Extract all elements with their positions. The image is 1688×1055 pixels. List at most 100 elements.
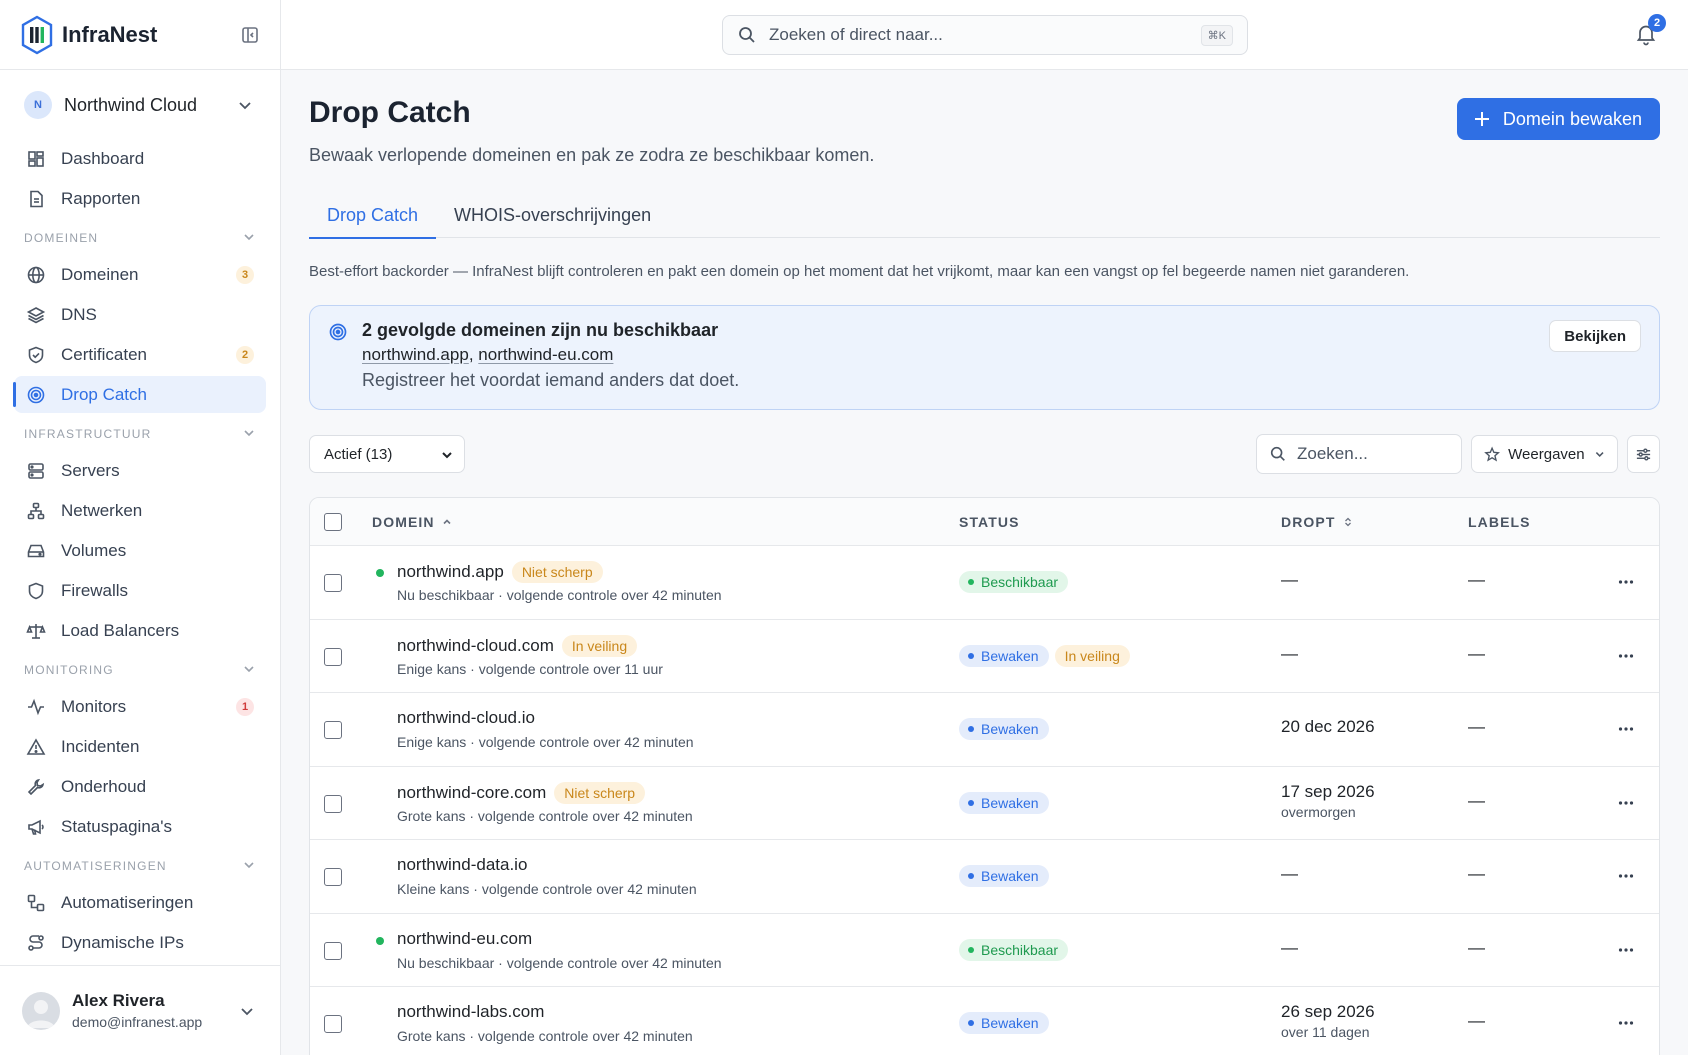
section-automatiseringen[interactable]: AUTOMATISERINGEN xyxy=(14,848,266,884)
row-checkbox[interactable] xyxy=(324,574,342,592)
status-badge: Bewaken xyxy=(959,644,1049,667)
section-title: AUTOMATISERINGEN xyxy=(24,859,167,873)
domain-name[interactable]: northwind-cloud.io xyxy=(397,708,535,728)
alert-description: Registreer het voordat iemand anders dat… xyxy=(362,370,740,390)
table-row[interactable]: northwind-eu.com Nu beschikbaar · volgend… xyxy=(310,914,1659,987)
row-checkbox[interactable] xyxy=(324,941,342,960)
sidebar-item-firewalls[interactable]: Firewalls xyxy=(14,572,266,609)
more-actions-icon[interactable] xyxy=(1617,794,1635,812)
sidebar-item-label: Load Balancers xyxy=(61,620,180,640)
global-search-input[interactable]: Zoeken of direct naar... ⌘K xyxy=(722,15,1248,55)
status-badge: Bewaken xyxy=(959,791,1049,814)
sidebar-item-onderhoud[interactable]: Onderhoud xyxy=(14,768,266,805)
layers-icon xyxy=(26,306,46,323)
table-search-input[interactable]: Zoeken... xyxy=(1256,434,1462,474)
user-menu[interactable]: Alex Rivera demo@infranest.app xyxy=(0,965,280,1055)
section-monitoring[interactable]: MONITORING xyxy=(14,652,266,688)
table-row[interactable]: northwind-cloud.io Enige kans · volgende … xyxy=(310,693,1659,767)
more-actions-icon[interactable] xyxy=(1617,1014,1635,1032)
more-actions-icon[interactable] xyxy=(1617,573,1635,591)
wrench-icon xyxy=(27,778,45,795)
sidebar-item-drop-catch[interactable]: Drop Catch xyxy=(13,376,266,413)
table-row[interactable]: northwind.app Niet scherp Nu beschikbaar ·… xyxy=(310,546,1659,620)
select-all-checkbox[interactable] xyxy=(324,513,342,531)
sidebar-item-automatiseringen[interactable]: Automatiseringen xyxy=(14,884,266,921)
more-actions-icon[interactable] xyxy=(1617,720,1635,738)
search-placeholder: Zoeken of direct naar... xyxy=(769,25,943,44)
brand: InfraNest xyxy=(0,0,280,70)
sidebar-item-rapporten[interactable]: Rapporten xyxy=(14,180,266,217)
domain-name[interactable]: northwind-labs.com xyxy=(397,1002,544,1022)
column-header-domain[interactable]: DOMEIN xyxy=(372,498,453,546)
row-checkbox[interactable] xyxy=(324,1015,342,1033)
sidebar-item-domeinen[interactable]: Domeinen 3 xyxy=(14,256,266,293)
header-label: LABELS xyxy=(1468,514,1531,530)
section-infrastructuur[interactable]: INFRASTRUCTUUR xyxy=(14,416,266,452)
column-header-labels[interactable]: LABELS xyxy=(1468,498,1531,546)
domain-name[interactable]: northwind-data.io xyxy=(397,855,527,875)
table-row[interactable]: northwind-cloud.com In veiling Enige kans … xyxy=(310,620,1659,693)
domain-cell: northwind-data.io xyxy=(397,855,527,875)
labels-cell: — xyxy=(1468,864,1485,883)
row-checkbox[interactable] xyxy=(324,721,342,739)
sidebar-collapse-icon[interactable] xyxy=(240,25,260,45)
sidebar-item-dynamische-ips[interactable]: Dynamische IPs xyxy=(14,924,266,961)
row-checkbox[interactable] xyxy=(324,647,342,666)
sidebar-item-certificaten[interactable]: Certificaten 2 xyxy=(14,336,266,373)
column-header-status[interactable]: STATUS xyxy=(959,498,1020,546)
workspace-switcher[interactable]: N Northwind Cloud xyxy=(0,70,280,140)
tab-whois-overrides[interactable]: WHOIS-overschrijvingen xyxy=(436,192,669,238)
domain-tag: In veiling xyxy=(561,634,638,657)
sidebar-item-volumes[interactable]: Volumes xyxy=(14,532,266,569)
column-settings-button[interactable] xyxy=(1627,435,1660,473)
section-domeinen[interactable]: DOMEINEN xyxy=(14,220,266,256)
domain-subtext: Enige kans · volgende controle over 42 m… xyxy=(397,734,694,750)
domain-link[interactable]: northwind.app xyxy=(362,345,469,364)
drops-cell: 17 sep 2026 overmorgen xyxy=(1281,782,1375,820)
sidebar-item-incidenten[interactable]: Incidenten xyxy=(14,728,266,765)
add-domain-watch-button[interactable]: Domein bewaken xyxy=(1456,98,1660,140)
domain-name[interactable]: northwind-core.com xyxy=(397,783,546,803)
page-title: Drop Catch xyxy=(309,96,471,129)
tab-drop-catch[interactable]: Drop Catch xyxy=(309,192,437,239)
domain-name[interactable]: northwind-eu.com xyxy=(397,929,532,949)
sidebar-item-statuspaginas[interactable]: Statuspagina's xyxy=(14,808,266,845)
domain-name[interactable]: northwind-cloud.com xyxy=(397,636,554,656)
view-button[interactable]: Bekijken xyxy=(1549,320,1641,352)
more-actions-icon[interactable] xyxy=(1617,867,1635,885)
sidebar-item-dns[interactable]: DNS xyxy=(14,296,266,333)
sidebar-item-load-balancers[interactable]: Load Balancers xyxy=(14,612,266,649)
plus-icon xyxy=(1474,112,1489,126)
domain-subtext: Grote kans · volgende controle over 42 m… xyxy=(397,1028,693,1044)
sidebar-item-netwerken[interactable]: Netwerken xyxy=(14,492,266,529)
domain-name[interactable]: northwind.app xyxy=(397,562,504,582)
drop-date: — xyxy=(1281,937,1298,957)
row-checkbox[interactable] xyxy=(324,794,342,813)
more-actions-icon[interactable] xyxy=(1617,941,1635,959)
sidebar: InfraNest N Northwind Cloud Dashboard Ra… xyxy=(0,0,281,1055)
shield-icon xyxy=(28,582,44,599)
domain-link[interactable]: northwind-eu.com xyxy=(478,345,613,364)
status-badge: Bewaken xyxy=(959,865,1049,887)
sidebar-item-monitors[interactable]: Monitors 1 xyxy=(14,688,266,725)
header-label: DOMEIN xyxy=(372,514,435,530)
table-row[interactable]: northwind-data.io Kleine kans · volgende … xyxy=(310,840,1659,914)
views-button[interactable]: Weergaven xyxy=(1471,435,1618,473)
status-cell: Bewaken xyxy=(959,791,1055,814)
status-filter-select[interactable]: Actief (13) xyxy=(309,435,465,473)
domain-cell: northwind-cloud.io xyxy=(397,708,535,728)
column-header-drops[interactable]: DROPT xyxy=(1281,498,1354,546)
more-actions-icon[interactable] xyxy=(1617,647,1635,665)
row-checkbox[interactable] xyxy=(324,868,342,886)
labels-cell: — xyxy=(1468,717,1485,736)
dashboard-icon xyxy=(28,150,44,167)
table-row[interactable]: northwind-labs.com Grote kans · volgende … xyxy=(310,987,1659,1055)
button-label: Domein bewaken xyxy=(1502,108,1642,129)
sidebar-item-dashboard[interactable]: Dashboard xyxy=(14,140,266,177)
sidebar-item-label: Firewalls xyxy=(61,580,129,600)
sidebar-item-servers[interactable]: Servers xyxy=(14,452,266,489)
header-label: DROPT xyxy=(1281,514,1336,530)
table-row[interactable]: northwind-core.com Niet scherp Grote kans … xyxy=(310,767,1659,840)
report-icon xyxy=(30,190,43,207)
network-icon xyxy=(27,502,45,519)
